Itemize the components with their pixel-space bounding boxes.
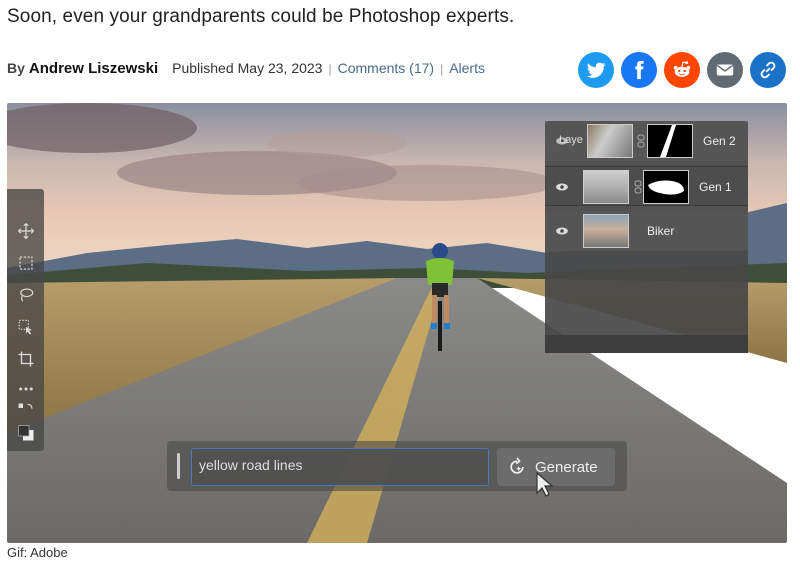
- separator: |: [440, 62, 444, 76]
- eye-icon[interactable]: [555, 180, 569, 194]
- published-label: Published: [172, 60, 234, 76]
- layer-mask-thumbnail: [647, 124, 693, 158]
- facebook-share-button[interactable]: [621, 52, 657, 88]
- share-buttons: [578, 52, 786, 88]
- twitter-icon: [586, 62, 606, 78]
- drag-handle[interactable]: [177, 453, 180, 479]
- object-select-tool-button[interactable]: [16, 317, 36, 337]
- layers-panel-footer: [545, 335, 748, 353]
- eye-icon[interactable]: [555, 224, 569, 238]
- comments-link[interactable]: Comments (17): [338, 60, 434, 76]
- photoshop-toolbar: [7, 189, 44, 451]
- facebook-icon: [635, 60, 644, 80]
- lasso-icon: [20, 288, 34, 302]
- byline: By Andrew Liszewski Published May 23, 20…: [7, 60, 485, 77]
- generative-fill-bar: yellow road lines Generate: [167, 441, 627, 497]
- lasso-tool-button[interactable]: [16, 285, 36, 305]
- image-caption: Gif: Adobe: [7, 545, 68, 560]
- generate-icon: [510, 457, 524, 474]
- mouse-cursor-icon: [536, 471, 554, 497]
- chain-link-icon: [637, 134, 645, 148]
- object-select-icon: [18, 319, 32, 335]
- generate-button[interactable]: Generate: [497, 448, 615, 486]
- reddit-icon: [673, 61, 691, 77]
- copy-link-button[interactable]: [750, 52, 786, 88]
- swap-colors-icon: [18, 403, 33, 409]
- layer-row-gen1[interactable]: Gen 1: [545, 166, 748, 206]
- layer-mask-thumbnail: [643, 170, 689, 204]
- layer-name-gen2: Gen 2: [703, 134, 736, 148]
- move-tool-button[interactable]: [16, 221, 36, 241]
- email-icon: [716, 64, 734, 76]
- alerts-link[interactable]: Alerts: [449, 60, 485, 76]
- more-tools-button[interactable]: [16, 379, 36, 399]
- publish-date: May 23, 2023: [237, 60, 323, 76]
- marquee-tool-button[interactable]: [16, 253, 36, 273]
- layer-thumbnail: [583, 170, 629, 204]
- crop-icon: [18, 351, 34, 367]
- email-share-button[interactable]: [707, 52, 743, 88]
- swap-colors-button[interactable]: [16, 401, 36, 421]
- chain-link-icon: [634, 180, 642, 194]
- layers-panel: Laye Gen 2 Gen 1 Biker: [545, 121, 748, 353]
- hero-image: Laye Gen 2 Gen 1 Biker yellow road lines: [7, 103, 787, 543]
- more-dots-icon: [19, 387, 33, 391]
- byline-by: By: [7, 60, 25, 76]
- crop-tool-button[interactable]: [16, 349, 36, 369]
- color-swatch-icon: [18, 425, 34, 441]
- layers-panel-title: Laye: [559, 134, 583, 146]
- layer-name-biker: Biker: [647, 224, 675, 238]
- layer-row-biker[interactable]: Biker: [545, 211, 748, 251]
- layer-row-gen2[interactable]: Laye Gen 2: [545, 121, 748, 161]
- layer-name-gen1: Gen 1: [699, 180, 732, 194]
- color-swatches-button[interactable]: [16, 423, 36, 443]
- layer-thumbnail: [583, 214, 629, 248]
- layer-thumbnail: [587, 124, 633, 158]
- move-icon: [18, 223, 34, 239]
- author-link[interactable]: Andrew Liszewski: [29, 60, 158, 77]
- marquee-icon: [19, 256, 33, 270]
- prompt-input[interactable]: yellow road lines: [191, 448, 489, 486]
- link-icon: [760, 61, 776, 79]
- twitter-share-button[interactable]: [578, 52, 614, 88]
- reddit-share-button[interactable]: [664, 52, 700, 88]
- separator: |: [328, 62, 332, 76]
- article-subtitle: Soon, even your grandparents could be Ph…: [7, 6, 515, 27]
